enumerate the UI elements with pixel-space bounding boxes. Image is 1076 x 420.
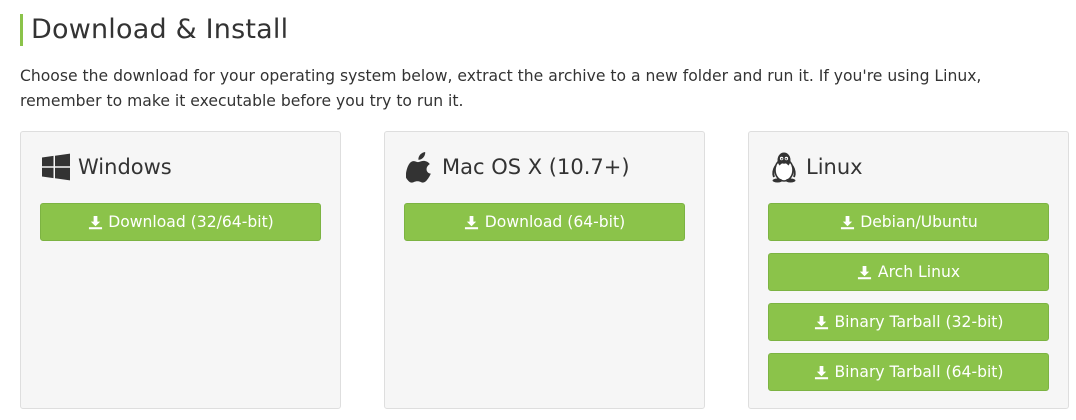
tarball-64bit-label: Binary Tarball (64-bit) [834, 363, 1004, 381]
windows-logo-icon [40, 151, 72, 183]
debian-ubuntu-download-button[interactable]: Debian/Ubuntu [768, 203, 1049, 241]
mac-download-button[interactable]: Download (64-bit) [404, 203, 685, 241]
section-description: Choose the download for your operating s… [20, 67, 982, 110]
windows-download-button[interactable]: Download (32/64-bit) [40, 203, 321, 241]
mac-card: Mac OS X (10.7+) Download (64-bit) [384, 131, 705, 409]
download-icon [839, 214, 855, 230]
tux-penguin-icon [768, 151, 800, 183]
windows-card: Windows Download (32/64-bit) [20, 131, 341, 409]
debian-ubuntu-label: Debian/Ubuntu [860, 213, 978, 231]
tarball-32bit-download-button[interactable]: Binary Tarball (32-bit) [768, 303, 1049, 341]
download-icon [464, 214, 480, 230]
apple-logo-icon [404, 151, 436, 183]
mac-card-title: Mac OS X (10.7+) [442, 155, 630, 179]
tarball-32bit-label: Binary Tarball (32-bit) [834, 313, 1004, 331]
download-icon [87, 214, 103, 230]
section-heading: Download & Install [20, 14, 288, 46]
download-icon [857, 264, 873, 280]
section-title: Download & Install [31, 14, 289, 45]
linux-card-header: Linux [768, 150, 863, 184]
linux-card-title: Linux [806, 155, 863, 179]
windows-card-title: Windows [78, 155, 172, 179]
windows-download-label: Download (32/64-bit) [108, 213, 274, 231]
download-icon [813, 364, 829, 380]
linux-card: Linux Debian/Ubuntu Arch Linux Binary Ta… [748, 131, 1069, 409]
windows-card-header: Windows [40, 150, 172, 184]
download-icon [813, 314, 829, 330]
tarball-64bit-download-button[interactable]: Binary Tarball (64-bit) [768, 353, 1049, 391]
arch-linux-download-button[interactable]: Arch Linux [768, 253, 1049, 291]
arch-linux-label: Arch Linux [877, 263, 961, 281]
mac-download-label: Download (64-bit) [484, 213, 626, 231]
mac-card-header: Mac OS X (10.7+) [404, 150, 630, 184]
download-install-section: Download & Install Choose the download f… [0, 0, 1076, 420]
